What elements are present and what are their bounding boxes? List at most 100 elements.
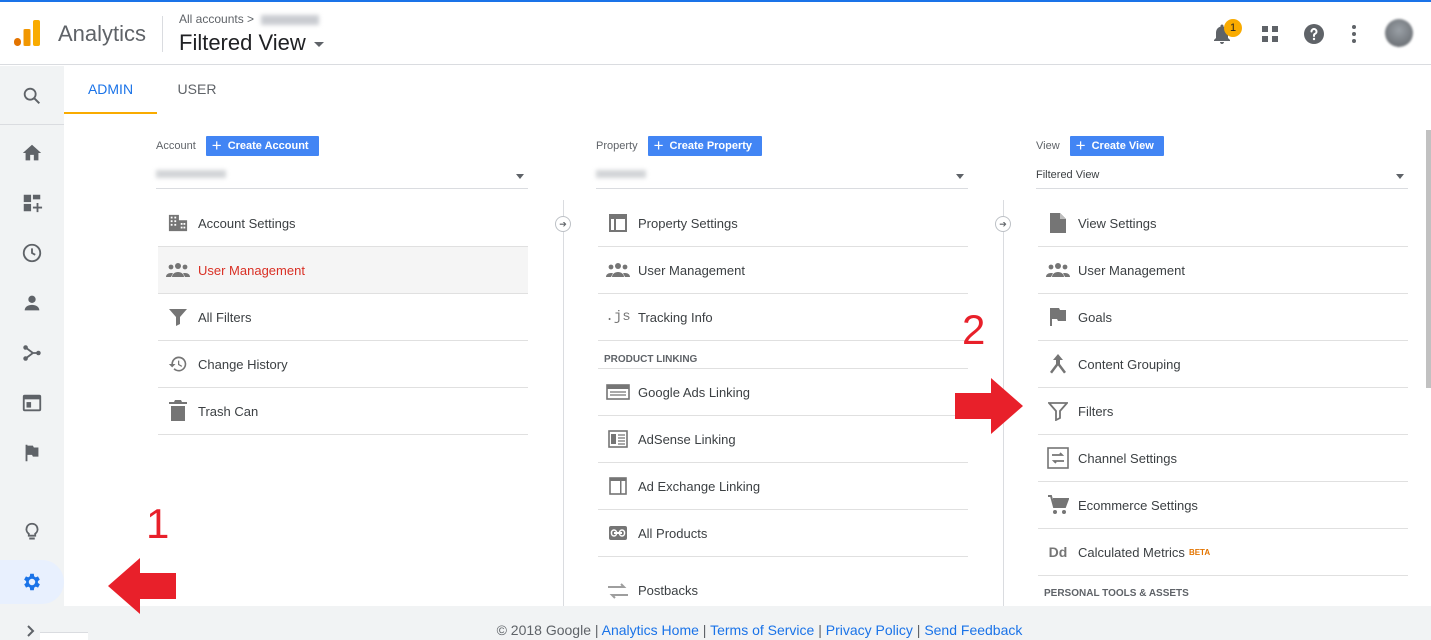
- caret-down-icon: [313, 41, 324, 47]
- menu-item-property-user-management[interactable]: User Management: [598, 247, 968, 294]
- menu-item-label: Account Settings: [198, 215, 296, 231]
- menu-item-label: User Management: [198, 262, 305, 278]
- footer-link-analytics-home[interactable]: Analytics Home: [602, 622, 699, 638]
- nav-audience[interactable]: [0, 281, 64, 325]
- link-icon: [609, 526, 627, 540]
- create-account-button[interactable]: + Create Account: [205, 136, 319, 156]
- arrow-right-circle-icon: ➔: [555, 216, 571, 232]
- menu-item-goals[interactable]: Goals: [1038, 294, 1408, 341]
- menu-item-trash-can[interactable]: Trash Can: [158, 388, 528, 435]
- trash-icon: [169, 400, 187, 421]
- nav-admin[interactable]: [0, 560, 64, 604]
- history-icon: [168, 356, 187, 372]
- menu-item-all-filters[interactable]: All Filters: [158, 294, 528, 341]
- account-name-redacted: [156, 170, 226, 178]
- view-selector[interactable]: Filtered View: [179, 30, 324, 56]
- menu-item-adsense-linking[interactable]: AdSense Linking: [598, 416, 968, 463]
- avatar[interactable]: [1385, 19, 1413, 47]
- nav-realtime[interactable]: [0, 231, 64, 275]
- product-linking-heading: PRODUCT LINKING: [598, 347, 968, 369]
- footer-link-privacy[interactable]: Privacy Policy: [826, 622, 913, 638]
- nav-discover[interactable]: [0, 510, 64, 554]
- nav-acquisition[interactable]: [0, 331, 64, 375]
- help-icon[interactable]: [1302, 22, 1326, 46]
- grouping-icon: [1050, 354, 1066, 374]
- breadcrumb-account-redacted: [261, 14, 320, 25]
- menu-item-change-history[interactable]: Change History: [158, 341, 528, 388]
- menu-item-channel-settings[interactable]: Channel Settings: [1038, 435, 1408, 482]
- menu-item-google-ads-linking[interactable]: Google Ads Linking: [598, 369, 968, 416]
- property-name-redacted: [596, 170, 646, 178]
- view-title: Filtered View: [179, 30, 306, 55]
- account-selector[interactable]: [156, 165, 528, 189]
- create-view-button[interactable]: + Create View: [1069, 136, 1164, 156]
- nav-behavior[interactable]: [0, 381, 64, 425]
- menu-item-label: Content Grouping: [1078, 356, 1181, 372]
- menu-item-view-user-management[interactable]: User Management: [1038, 247, 1408, 294]
- tab-user[interactable]: USER: [157, 66, 237, 114]
- menu-item-tracking-info[interactable]: .js Tracking Info: [598, 294, 968, 341]
- menu-item-filters[interactable]: Filters: [1038, 388, 1408, 435]
- footer-sep: |: [818, 622, 822, 638]
- property-label: Property: [596, 140, 638, 152]
- view-label: View: [1036, 140, 1060, 152]
- menu-item-label: Filters: [1078, 403, 1114, 419]
- acquisition-icon: [23, 345, 41, 361]
- nav-home[interactable]: [0, 131, 64, 175]
- channel-icon: [1047, 447, 1069, 469]
- view-dropdown-value: Filtered View: [1036, 169, 1100, 181]
- clock-icon: [22, 243, 42, 263]
- breadcrumb[interactable]: All accounts >: [179, 12, 320, 26]
- breadcrumb-root[interactable]: All accounts: [179, 12, 244, 26]
- property-column-header: Property + Create Property: [596, 136, 763, 156]
- menu-item-ecommerce-settings[interactable]: Ecommerce Settings: [1038, 482, 1408, 529]
- footer-link-feedback[interactable]: Send Feedback: [924, 622, 1022, 638]
- adsense-icon: [608, 430, 628, 448]
- js-icon: .js: [605, 309, 631, 325]
- menu-item-label: Calculated Metrics: [1078, 544, 1185, 560]
- view-dropdown[interactable]: Filtered View: [1036, 165, 1408, 189]
- nav-conversions[interactable]: [0, 431, 64, 475]
- menu-item-label: User Management: [638, 262, 745, 278]
- more-vert-icon[interactable]: [1342, 22, 1366, 46]
- plus-icon: +: [1075, 136, 1086, 155]
- menu-item-label: Channel Settings: [1078, 450, 1178, 466]
- nav-divider: [0, 124, 64, 125]
- property-menu: Property Settings User Management .js Tr…: [598, 200, 968, 614]
- menu-item-content-grouping[interactable]: Content Grouping: [1038, 341, 1408, 388]
- menu-item-label: User Management: [1078, 262, 1185, 278]
- footer-sep: |: [702, 622, 707, 638]
- menu-item-all-products[interactable]: All Products: [598, 510, 968, 557]
- annotation-arrow-right-icon: [955, 378, 1023, 434]
- tab-admin[interactable]: ADMIN: [64, 66, 157, 114]
- nav-customization[interactable]: [0, 181, 64, 225]
- footer-link-terms[interactable]: Terms of Service: [710, 622, 814, 638]
- property-selector[interactable]: [596, 165, 968, 189]
- analytics-logo-icon[interactable]: [12, 18, 42, 48]
- menu-item-account-settings[interactable]: Account Settings: [158, 200, 528, 247]
- menu-item-account-user-management[interactable]: User Management: [158, 247, 528, 294]
- document-icon: [1050, 213, 1066, 233]
- app-header: Analytics All accounts > Filtered View 1: [0, 2, 1431, 65]
- create-property-button[interactable]: + Create Property: [647, 136, 763, 156]
- nav-search[interactable]: [0, 74, 64, 118]
- dd-icon: Dd: [1048, 544, 1068, 560]
- arrow-right-circle-icon: ➔: [995, 216, 1011, 232]
- window-icon: [609, 214, 627, 232]
- menu-item-label: Goals: [1078, 309, 1112, 325]
- filter-icon: [169, 309, 187, 326]
- scrollbar[interactable]: [1426, 130, 1431, 388]
- admin-tabs: ADMIN USER: [64, 66, 1431, 114]
- menu-item-view-settings[interactable]: View Settings: [1038, 200, 1408, 247]
- apps-grid-icon[interactable]: [1258, 22, 1282, 46]
- menu-item-ad-exchange-linking[interactable]: Ad Exchange Linking: [598, 463, 968, 510]
- menu-item-calculated-metrics[interactable]: Dd Calculated Metrics BETA: [1038, 529, 1408, 576]
- caret-down-icon: [516, 174, 524, 179]
- menu-item-label: AdSense Linking: [638, 431, 736, 447]
- menu-item-property-settings[interactable]: Property Settings: [598, 200, 968, 247]
- chevron-right-icon[interactable]: [24, 624, 38, 638]
- annotation-number-1: 1: [146, 500, 170, 547]
- menu-item-label: All Products: [638, 525, 708, 541]
- footer-sep: |: [594, 622, 599, 638]
- cart-icon: [1048, 495, 1069, 514]
